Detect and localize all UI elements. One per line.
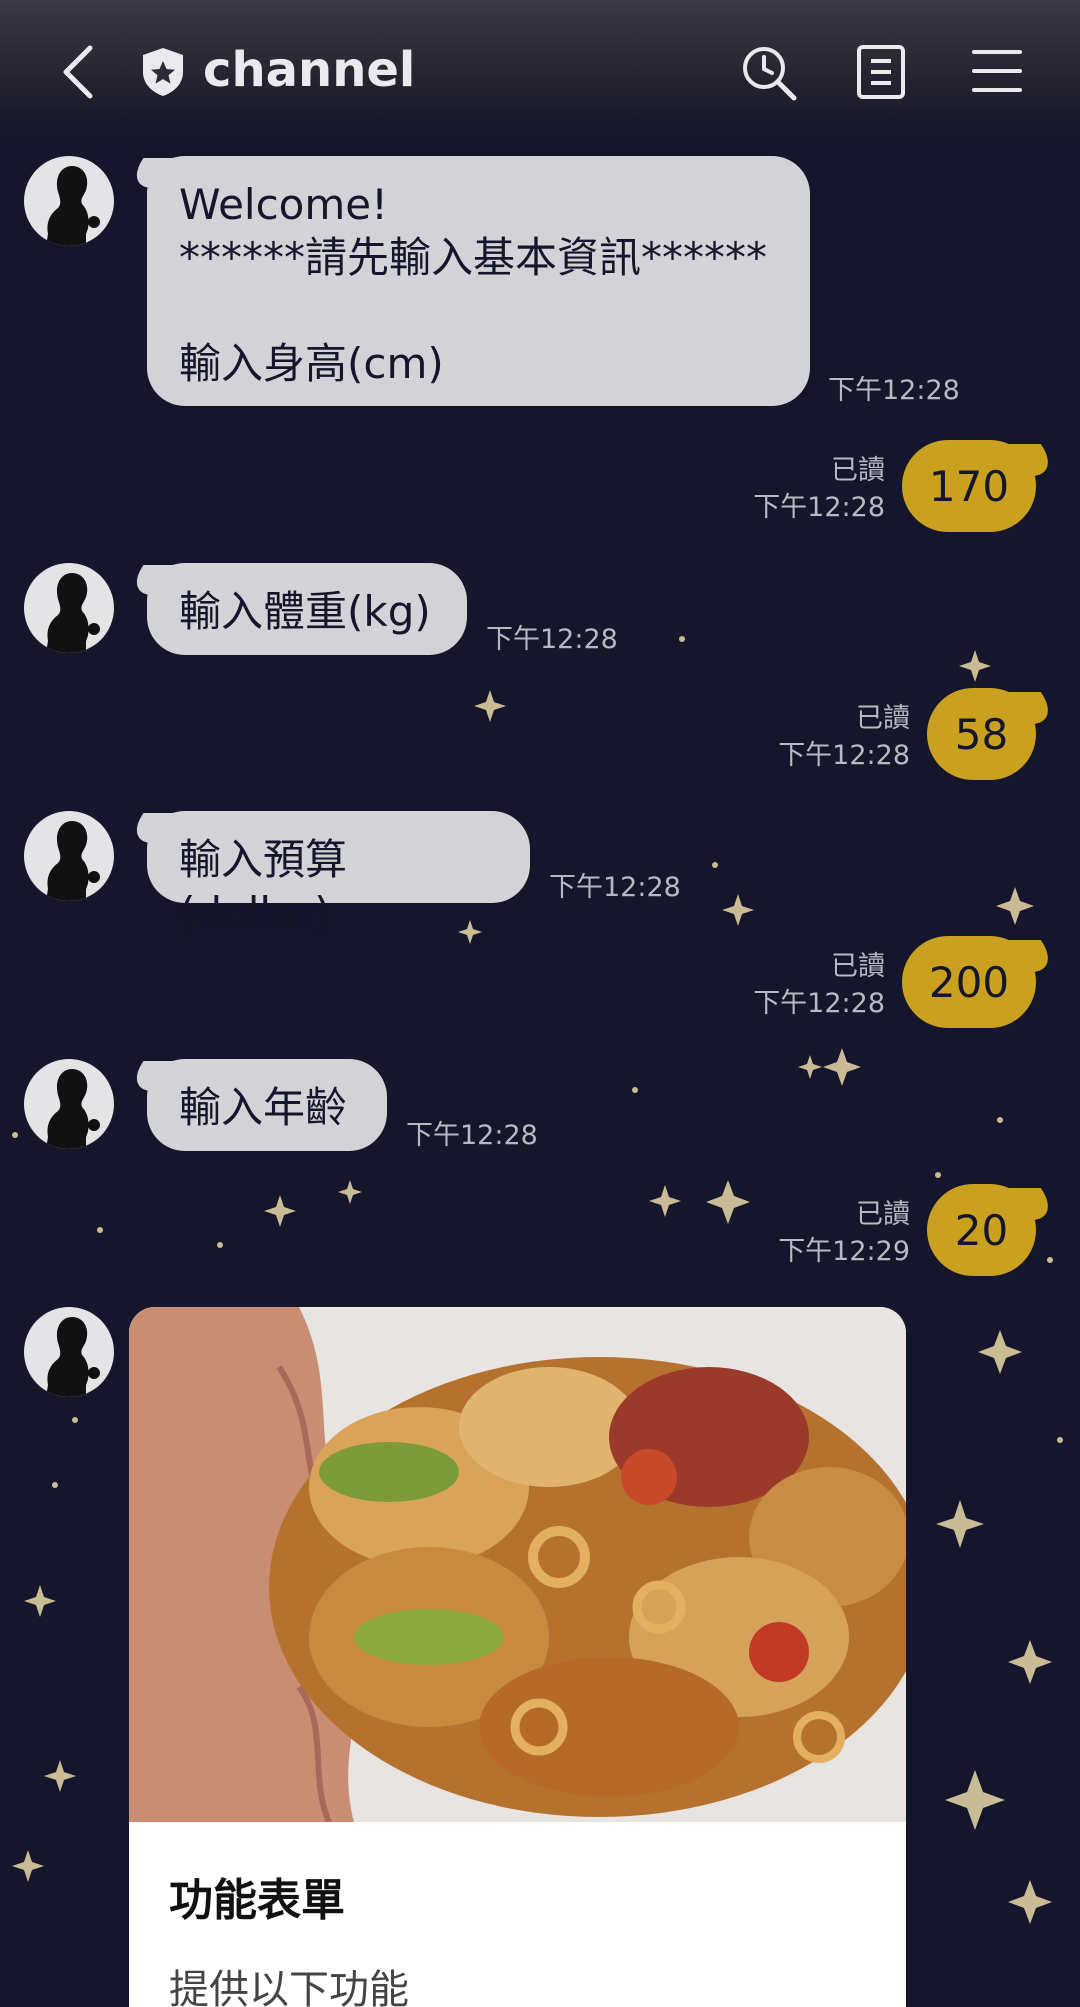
bot-avatar[interactable] — [24, 563, 114, 653]
message-meta: 已讀 下午12:28 — [740, 948, 885, 1022]
message-time: 下午12:28 — [549, 872, 681, 903]
read-receipt: 已讀 — [856, 703, 910, 734]
woman-silhouette-icon — [46, 1317, 100, 1397]
user-message: 20 — [927, 1184, 1036, 1276]
message-time: 下午12:28 — [778, 740, 910, 771]
bot-avatar[interactable] — [24, 1307, 114, 1397]
message-meta: 已讀 下午12:28 — [765, 700, 910, 774]
app-header: channel — [0, 0, 1080, 145]
message-meta: 已讀 下午12:28 — [740, 452, 885, 526]
read-receipt: 已讀 — [831, 455, 885, 486]
bot-avatar[interactable] — [24, 811, 114, 901]
search-clock-icon[interactable] — [740, 44, 798, 106]
message-time: 下午12:28 — [406, 1120, 538, 1151]
message-meta: 已讀 下午12:29 — [765, 1196, 910, 1270]
junk-food-image — [129, 1307, 906, 1822]
bot-message: Welcome! ******請先輸入基本資訊****** 輸入身高(cm) — [147, 156, 810, 406]
notes-icon[interactable] — [856, 44, 908, 104]
channel-title: channel — [203, 42, 416, 98]
user-message: 170 — [902, 440, 1036, 532]
bot-message: 輸入預算(dollar) — [147, 811, 530, 937]
shield-star-icon — [140, 46, 186, 102]
bot-message: 輸入體重(kg) — [147, 563, 467, 655]
message-time: 下午12:28 — [486, 624, 618, 655]
bot-message: 輸入年齡 — [147, 1059, 387, 1151]
menu-icon[interactable] — [970, 46, 1024, 100]
user-message: 200 — [902, 936, 1036, 1028]
card-title: 功能表單 — [169, 1875, 345, 1926]
message-time: 下午12:28 — [753, 492, 885, 523]
menu-card[interactable]: 功能表單 提供以下功能 — [129, 1307, 906, 2007]
bot-avatar[interactable] — [24, 156, 114, 246]
message-time: 下午12:28 — [753, 988, 885, 1019]
woman-silhouette-icon — [46, 1069, 100, 1149]
bot-avatar[interactable] — [24, 1059, 114, 1149]
back-chevron-icon[interactable] — [58, 42, 98, 106]
message-time: 下午12:29 — [778, 1236, 910, 1267]
woman-silhouette-icon — [46, 821, 100, 901]
message-time: 下午12:28 — [828, 375, 960, 406]
woman-silhouette-icon — [46, 166, 100, 246]
read-receipt: 已讀 — [856, 1199, 910, 1230]
read-receipt: 已讀 — [831, 951, 885, 982]
user-message: 58 — [927, 688, 1036, 780]
card-subtitle: 提供以下功能 — [169, 1967, 409, 2007]
woman-silhouette-icon — [46, 573, 100, 653]
